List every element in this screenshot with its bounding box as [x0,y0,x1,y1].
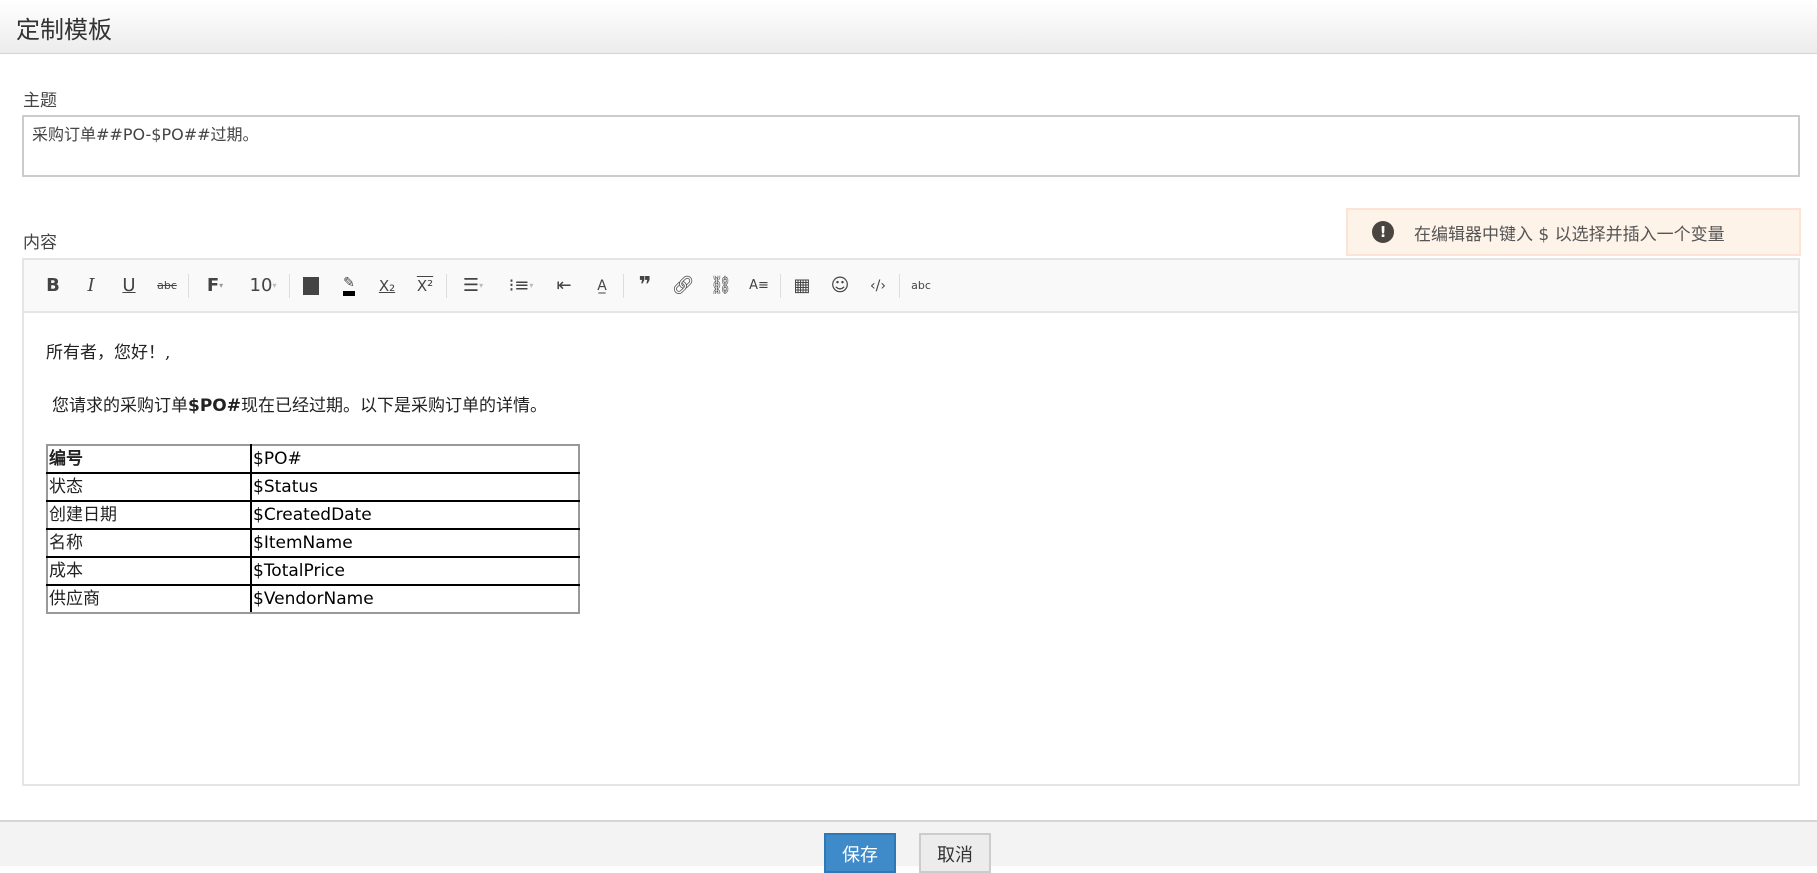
page-header: 定制模板 [0,0,1817,54]
table-row: 供应商 $VendorName [46,584,580,614]
spellcheck-icon: abc [911,279,931,292]
table-row: 创建日期 $CreatedDate [46,500,580,530]
field-variable: $ItemName [250,528,580,558]
page-title: 定制模板 [16,16,112,44]
body-line: 您请求的采购订单$PO#现在已经过期。以下是采购订单的详情。 [46,391,1776,416]
field-variable: $PO# [250,444,580,474]
source-code-button[interactable]: ‹/› [859,270,897,302]
table-row: 成本 $TotalPrice [46,556,580,586]
superscript-button[interactable]: X² [406,270,444,302]
table-row: 名称 $ItemName [46,528,580,558]
body-variable: $PO# [188,396,241,416]
clear-format-button[interactable]: A̲ [583,270,621,302]
greeting-line: 所有者，您好！, [46,343,171,363]
toolbar-divider [780,273,781,298]
line-height-icon: A≡ [749,278,769,293]
body-suffix: 现在已经过期。以下是采购订单的详情。 [240,396,547,416]
exclamation-circle-icon: ! [1372,221,1394,243]
field-name: 创建日期 [46,500,252,530]
smiley-icon: ☺ [830,275,850,296]
subject-input[interactable]: 采购订单##PO-$PO##过期。 [22,115,1800,177]
field-name: 编号 [46,444,252,474]
toolbar-divider [446,273,447,298]
table-button[interactable]: ▦ [783,270,821,302]
details-table: 编号 $PO# 状态 $Status 创建日期 $CreatedDate 名称 $ItemNa… [46,444,580,614]
toolbar-divider [623,273,624,298]
list-button[interactable]: ⁝≡ ▾ [497,270,545,302]
toolbar-divider [289,273,290,298]
unlink-icon: ⛓︎ [709,275,733,296]
italic-button[interactable]: I [72,270,110,302]
clear-format-icon: A̲ [597,277,607,294]
hint-text: 在编辑器中键入 $ 以选择并插入一个变量 [1414,224,1725,245]
field-name: 供应商 [46,584,252,614]
link-button[interactable]: 🔗︎ [664,270,702,302]
text-color-button[interactable] [292,270,330,302]
toolbar-divider [899,273,900,298]
field-name: 成本 [46,556,252,586]
content-editor[interactable]: 所有者，您好！, 您请求的采购订单$PO#现在已经过期。以下是采购订单的详情。 … [22,313,1800,786]
field-variable: $VendorName [250,584,580,614]
font-size-value: 10 [249,275,273,296]
highlighter-icon: ✎ [343,275,355,296]
chevron-down-icon: ▾ [479,281,484,290]
spellcheck-button[interactable]: abc [902,270,940,302]
table-icon: ▦ [793,275,811,296]
code-icon: ‹/› [870,277,886,294]
align-button[interactable]: ☰ ▾ [449,270,497,302]
subject-label: 主题 [23,91,57,111]
subscript-button[interactable]: X₂ [368,270,406,302]
line-height-button[interactable]: A≡ [740,270,778,302]
font-family-button[interactable]: F ▾ [191,270,239,302]
list-icon: ⁝≡ [508,275,530,296]
outdent-icon: ⇤ [556,275,572,296]
variable-hint: ! 在编辑器中键入 $ 以选择并插入一个变量 [1346,208,1801,256]
table-row: 编号 $PO# [46,444,580,474]
align-left-icon: ☰ [462,275,480,296]
font-size-button[interactable]: 10 ▾ [239,270,287,302]
toolbar-divider [188,273,189,298]
unlink-button[interactable]: ⛓︎ [702,270,740,302]
editor-toolbar: B I U abc F ▾ 10 ▾ ✎ X₂ X² ☰ ▾ ⁝≡ ▾ ⇤ A̲ ❞ 🔗… [22,258,1800,313]
emoji-button[interactable]: ☺ [821,270,859,302]
field-name: 状态 [46,472,252,502]
highlight-button[interactable]: ✎ [330,270,368,302]
body-prefix: 您请求的采购订单 [52,396,188,416]
field-variable: $Status [250,472,580,502]
chevron-down-icon: ▾ [529,281,534,290]
content-label: 内容 [23,233,57,253]
field-variable: $TotalPrice [250,556,580,586]
cancel-button[interactable]: 取消 [919,833,991,873]
strikethrough-button[interactable]: abc [148,270,186,302]
footer-bar: 保存 取消 [0,820,1817,873]
blockquote-button[interactable]: ❞ [626,270,664,302]
font-icon: F [206,275,220,296]
color-square-icon [303,276,319,295]
outdent-button[interactable]: ⇤ [545,270,583,302]
link-icon: 🔗︎ [671,275,695,296]
save-button[interactable]: 保存 [824,833,896,873]
chevron-down-icon: ▾ [219,281,224,290]
underline-button[interactable]: U [110,270,148,302]
table-row: 状态 $Status [46,472,580,502]
chevron-down-icon: ▾ [272,281,277,290]
bold-button[interactable]: B [34,270,72,302]
field-name: 名称 [46,528,252,558]
field-variable: $CreatedDate [250,500,580,530]
